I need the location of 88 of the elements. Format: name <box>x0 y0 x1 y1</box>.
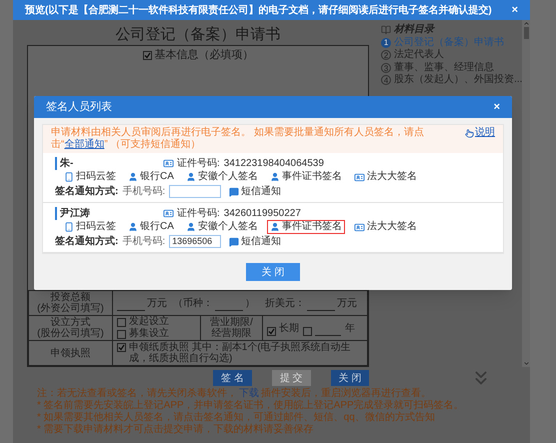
row-label: (外资公司填写) <box>36 303 105 314</box>
chat-icon <box>229 236 240 246</box>
step-number: 3 <box>381 62 392 73</box>
dialog-title: 签名人员列表 <box>46 100 112 115</box>
notify-all-link[interactable]: 全部通知 <box>64 139 104 150</box>
checkbox[interactable] <box>267 326 276 336</box>
phone-icon <box>64 222 74 232</box>
id-label: 证件号码: <box>177 207 220 220</box>
note-text: 注：若无法查看或签名，请先关闭杀毒软件， 下载 插件安装后，重启浏览器再进行查看。 <box>37 388 432 400</box>
help-link[interactable]: 说明 <box>465 127 495 139</box>
usd-label: 折美元： <box>265 296 305 310</box>
section-title: 基本信息（必填项） <box>154 48 254 63</box>
option-label: 年 <box>345 322 355 336</box>
unit-text: 万元 <box>337 296 357 310</box>
action-button[interactable]: 签 名 <box>213 370 252 386</box>
signer-name: 朱- <box>55 157 163 170</box>
close-button[interactable]: × <box>494 98 500 116</box>
note-text: * 签名前需要先安装皖上登记APP，并申请签名证书，使用皖上登记APP完成登录就可扫码签名。 <box>37 400 465 412</box>
action-button[interactable]: 关 闭 <box>330 370 370 386</box>
person-icon <box>270 222 280 232</box>
id-card-icon <box>163 208 174 219</box>
id-label: 证件号码: <box>177 157 220 170</box>
toc-title: 材料目录 <box>394 24 434 36</box>
person-icon <box>186 222 196 232</box>
step-number: 2 <box>381 50 392 60</box>
person-icon <box>128 172 138 182</box>
sign-method-button[interactable]: 安徽个人签名 <box>182 170 261 184</box>
scrollbar[interactable] <box>522 20 530 367</box>
term-label: 经营期限 <box>210 328 252 339</box>
person-icon <box>270 172 280 182</box>
sign-method-button[interactable]: 扫码云签 <box>61 220 119 234</box>
signer-name: 尹江涛 <box>55 207 163 220</box>
id-card-icon <box>163 158 174 169</box>
sign-method-button[interactable]: 法大大签名 <box>350 220 420 234</box>
id-card-icon <box>354 222 365 232</box>
sign-method-button[interactable]: 事件证书签名 <box>266 220 345 234</box>
notify-label: 签名通知方式: <box>55 235 118 248</box>
window-title: 预览(以下是【合肥测二十一软件科技有限责任公司】的电子文档，请仔细阅读后进行电子签名并确认提交) <box>25 3 492 18</box>
option-label: 申领纸质执照 其中：副本1个(电子执照系统自动生成，纸质执照自行勾选) <box>129 342 352 364</box>
id-number: 34260119950227 <box>224 207 301 220</box>
phone-icon <box>64 172 74 182</box>
checkbox[interactable] <box>117 330 126 338</box>
sign-method-button[interactable]: 事件证书签名 <box>266 170 345 184</box>
sign-method-button[interactable]: 扫码云签 <box>61 170 119 184</box>
option-label: 募集设立 <box>129 328 169 340</box>
sign-method-button[interactable]: 安徽个人签名 <box>182 220 261 234</box>
checkbox[interactable] <box>303 326 312 336</box>
row-label: 申领执照 <box>50 348 92 358</box>
checkbox[interactable] <box>117 343 126 352</box>
scroll-thumb[interactable] <box>524 27 529 39</box>
notify-label: 签名通知方式: <box>55 185 118 198</box>
currency-label: （币种： <box>173 296 213 310</box>
row-label: (股份公司填写) <box>36 328 105 339</box>
close-button[interactable]: × <box>512 2 518 18</box>
note-text: * 如果需要其他相关人员签名，请点击签名通知，可通过邮件、短信、qq、微信的方式告知 <box>37 412 436 424</box>
option-label: 发起设立 <box>129 316 169 328</box>
checkbox[interactable] <box>142 50 152 60</box>
option-label: 长期 <box>279 322 299 336</box>
id-card-icon <box>354 172 365 182</box>
phone-label: 手机号码: <box>122 235 166 248</box>
person-icon <box>186 172 196 182</box>
phone-input[interactable]: 13696506 <box>169 235 222 248</box>
sign-method-button[interactable]: 银行CA <box>125 220 177 234</box>
id-number: 341223198404064539 <box>224 157 324 170</box>
step-number: 4 <box>381 75 392 86</box>
sign-method-button[interactable]: 银行CA <box>125 170 177 184</box>
person-icon <box>128 222 138 232</box>
sms-notify-button[interactable]: 短信通知 <box>229 235 282 248</box>
row-label: 设立方式 <box>50 317 90 328</box>
scroll-down-icon[interactable] <box>522 360 530 367</box>
chat-icon <box>229 186 240 196</box>
phone-input[interactable] <box>169 185 222 198</box>
row-label: 投资总额 <box>50 292 90 303</box>
currency-close: ） <box>245 296 255 310</box>
sms-notify-button[interactable]: 短信通知 <box>229 185 282 198</box>
scroll-up-icon[interactable] <box>522 20 530 27</box>
notice-text: 申请材料由相关人员审阅后再进行电子签名。 如果需要批量通知所有人员签名，请点击“全部通知” （可支持短信通知） <box>51 127 425 151</box>
phone-label: 手机号码: <box>122 185 166 198</box>
note-text: * 需要下载申请材料才可点击提交申请，下载的材料请妥善保存 <box>37 424 315 436</box>
document-title: 公司登记（备案）申请书 <box>114 24 282 45</box>
sign-method-button[interactable]: 法大大签名 <box>350 170 420 184</box>
toc-item[interactable]: 1 公司登记（备案）申请书 <box>381 36 522 49</box>
unit-text: 万元 <box>147 296 167 310</box>
step-number: 1 <box>381 38 392 48</box>
checkbox[interactable] <box>117 318 126 326</box>
book-icon <box>381 25 392 36</box>
term-label: 营业期限/ <box>209 317 254 328</box>
pointer-icon <box>465 128 474 138</box>
